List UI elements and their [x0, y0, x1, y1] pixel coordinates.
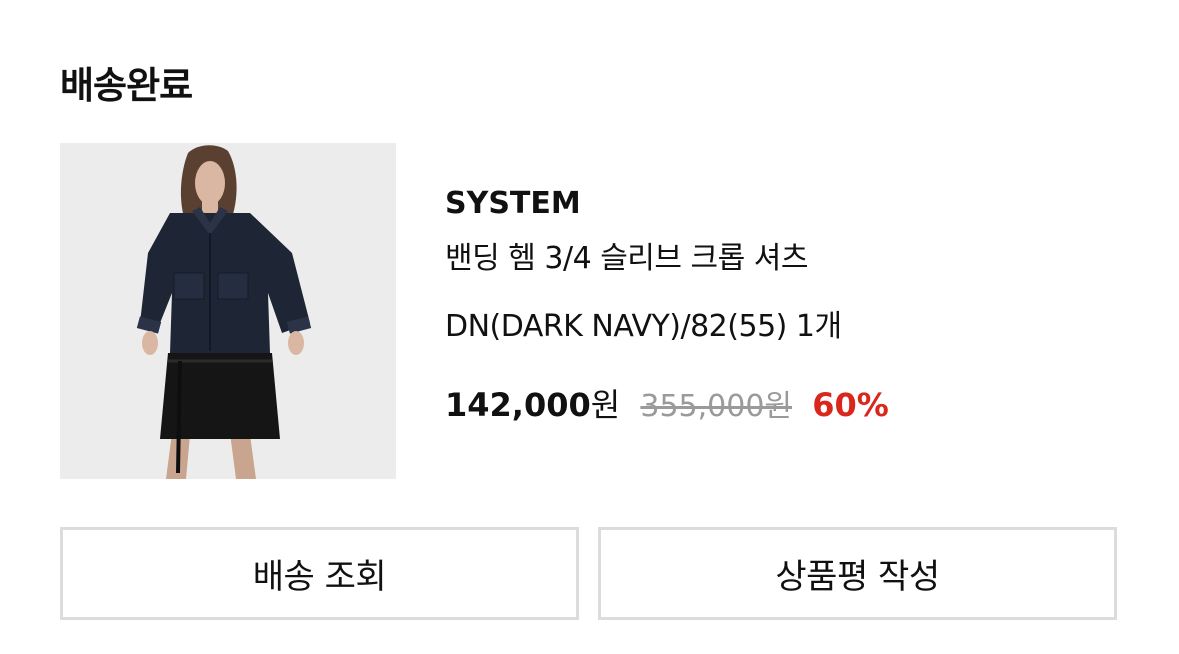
product-image[interactable]	[60, 143, 396, 479]
price-row: 142,000원 355,000원 60%	[445, 383, 1145, 429]
delivery-status-title: 배송완료	[60, 64, 193, 107]
product-brand[interactable]: SYSTEM	[445, 182, 1145, 226]
track-delivery-button[interactable]: 배송 조회	[60, 527, 579, 620]
sale-price-currency: 원	[590, 386, 621, 424]
write-review-button[interactable]: 상품평 작성	[598, 527, 1117, 620]
discount-rate: 60%	[812, 386, 889, 424]
product-option: DN(DARK NAVY)/82(55) 1개	[445, 309, 842, 344]
product-info: SYSTEM 밴딩 헴 3/4 슬리브 크롭 셔츠 DN(DARK NAVY)/…	[445, 182, 1145, 429]
original-price: 355,000원	[640, 389, 793, 424]
product-photo-illustration	[60, 143, 396, 479]
product-name[interactable]: 밴딩 헴 3/4 슬리브 크롭 셔츠	[445, 239, 1145, 279]
sale-price: 142,000	[445, 386, 591, 424]
